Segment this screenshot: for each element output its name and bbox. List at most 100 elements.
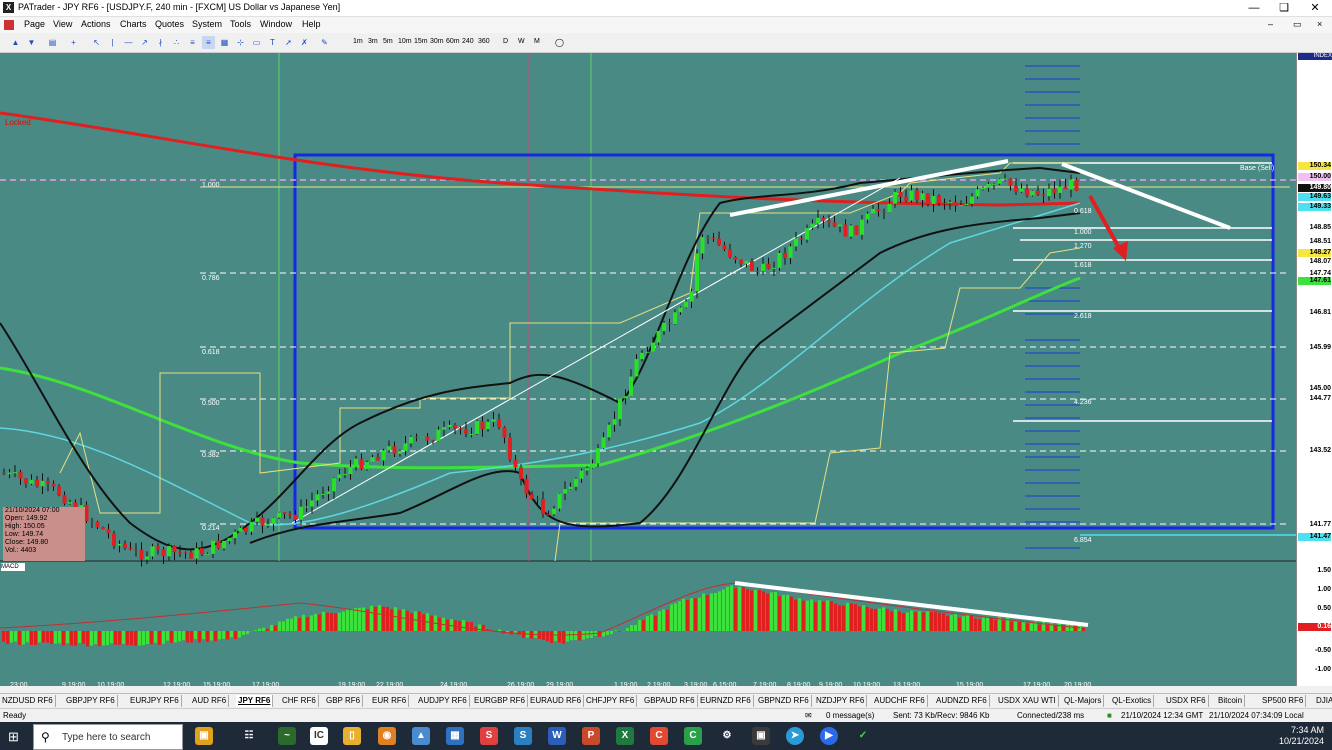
tf-monthly[interactable]: M — [534, 38, 540, 45]
tf-1m[interactable]: 1m — [353, 38, 363, 45]
mdi-close-button[interactable]: × — [1317, 19, 1322, 29]
menu-view[interactable]: View — [53, 19, 72, 29]
tab-audnzd-rf6[interactable]: AUDNZD RF6 — [934, 695, 990, 707]
trendline-icon[interactable]: ↗ — [138, 36, 151, 49]
file-explorer-icon[interactable]: ▯ — [343, 727, 361, 745]
tab-aud-rf6[interactable]: AUD RF6 — [190, 695, 230, 707]
macd-bar — [678, 601, 681, 631]
taskbar-clock[interactable]: 7:34 AM 10/21/2024 — [1279, 725, 1324, 747]
close-button[interactable]: ✕ — [1300, 0, 1330, 16]
menu-window[interactable]: Window — [260, 19, 292, 29]
menu-charts[interactable]: Charts — [120, 19, 147, 29]
horizontal-line-icon[interactable]: — — [122, 36, 135, 49]
tab-ql-majors[interactable]: QL-Majors — [1062, 695, 1105, 707]
taskbar-search[interactable]: ⚲ Type here to search — [33, 724, 183, 750]
tab-djia[interactable]: DJIA — [1314, 695, 1332, 707]
vertical-line-icon[interactable]: | — [106, 36, 119, 49]
menu-tools[interactable]: Tools — [230, 19, 251, 29]
app-icon-dark[interactable]: ▣ — [752, 727, 770, 745]
clock-icon[interactable]: ◯ — [553, 36, 566, 49]
tab-gbpjpy-rf6[interactable]: GBPJPY RF6 — [64, 695, 118, 707]
app-icon-s[interactable]: S — [514, 727, 532, 745]
macd-bar — [562, 631, 565, 644]
arrow-icon[interactable]: ➚ — [282, 36, 295, 49]
mdi-restore-button[interactable]: ▭ — [1293, 19, 1302, 30]
tab-euraud-rf6[interactable]: EURAUD RF6 — [528, 695, 585, 707]
app-icon-blue[interactable]: ▲ — [412, 727, 430, 745]
tf-60m[interactable]: 60m — [446, 38, 460, 45]
cursor-icon[interactable]: ↖ — [90, 36, 103, 49]
tab-audjpy-rf6[interactable]: AUDJPY RF6 — [416, 695, 470, 707]
briefcase-app-icon[interactable]: ▣ — [195, 727, 213, 745]
windows-start-icon[interactable]: ⊞ — [8, 729, 19, 745]
tab-eurgbp-rf6[interactable]: EURGBP RF6 — [472, 695, 528, 707]
tab-ql-exotics[interactable]: QL-Exotics — [1110, 695, 1155, 707]
tab-nzdusd-rf6[interactable]: NZDUSD RF6 — [0, 695, 56, 707]
menu-help[interactable]: Help — [302, 19, 321, 29]
gann-icon[interactable]: ▦ — [218, 36, 231, 49]
text-icon[interactable]: T — [266, 36, 279, 49]
menu-quotes[interactable]: Quotes — [155, 19, 184, 29]
tab-nzdjpy-rf6[interactable]: NZDJPY RF6 — [814, 695, 868, 707]
app-icon-green[interactable]: C — [684, 727, 702, 745]
tab-gbp-rf6[interactable]: GBP RF6 — [324, 695, 364, 707]
tf-30m[interactable]: 30m — [430, 38, 444, 45]
status-messages[interactable]: 0 message(s) — [826, 711, 874, 720]
sell-icon[interactable]: ▼ — [25, 36, 38, 49]
tab-eur-rf6[interactable]: EUR RF6 — [370, 695, 410, 707]
tf-3m[interactable]: 3m — [368, 38, 378, 45]
rectangle-icon[interactable]: ▭ — [250, 36, 263, 49]
tf-360[interactable]: 360 — [478, 38, 490, 45]
app-icon-c[interactable]: C — [650, 727, 668, 745]
fib-fan-icon[interactable]: ∴ — [170, 36, 183, 49]
zoom-icon[interactable]: ▶ — [820, 727, 838, 745]
tf-daily[interactable]: D — [503, 38, 508, 45]
powerpoint-icon[interactable]: P — [582, 727, 600, 745]
settings-gear-icon[interactable]: ⚙ — [718, 727, 736, 745]
chart-icon[interactable]: ▤ — [46, 36, 59, 49]
tab-gbpaud-rf6[interactable]: GBPAUD RF6 — [642, 695, 698, 707]
price-chart[interactable]: Locked 1.000 0.786 0.618 0.500 0.382 0.2… — [0, 53, 1296, 686]
tf-240[interactable]: 240 — [462, 38, 474, 45]
word-icon[interactable]: W — [548, 727, 566, 745]
tf-5m[interactable]: 5m — [383, 38, 393, 45]
tab-sp500-rf6[interactable]: SP500 RF6 — [1260, 695, 1307, 707]
tab-usdx-rf6[interactable]: USDX RF6 — [1164, 695, 1209, 707]
tab-bitcoin[interactable]: Bitcoin — [1216, 695, 1246, 707]
fib-extension-icon[interactable]: ≡ — [202, 36, 215, 49]
delete-drawing-icon[interactable]: ✗ — [298, 36, 311, 49]
menu-page[interactable]: Page — [24, 19, 45, 29]
minimize-button[interactable]: — — [1239, 0, 1269, 16]
telegram-icon[interactable]: ➤ — [786, 727, 804, 745]
tab-chfjpy-rf6[interactable]: CHFJPY RF6 — [584, 695, 638, 707]
tf-weekly[interactable]: W — [518, 38, 525, 45]
cycle-icon[interactable]: ⊹ — [234, 36, 247, 49]
excel-icon[interactable]: X — [616, 727, 634, 745]
tf-10m[interactable]: 10m — [398, 38, 412, 45]
tab-chf-rf6[interactable]: CHF RF6 — [280, 695, 319, 707]
mdi-minimize-button[interactable]: – — [1268, 19, 1273, 29]
fib-retracement-icon[interactable]: ≡ — [186, 36, 199, 49]
menu-actions[interactable]: Actions — [81, 19, 111, 29]
buy-icon[interactable]: ▲ — [9, 36, 22, 49]
maximize-button[interactable]: ❏ — [1269, 0, 1299, 16]
browser-icon[interactable]: ◉ — [378, 727, 396, 745]
tab-eurnzd-rf6[interactable]: EURNZD RF6 — [698, 695, 754, 707]
tab-gbpnzd-rf6[interactable]: GBPNZD RF6 — [756, 695, 812, 707]
app-icon-red[interactable]: S — [480, 727, 498, 745]
menu-system[interactable]: System — [192, 19, 222, 29]
task-view-icon[interactable]: ☷ — [240, 727, 258, 745]
patrader-icon[interactable]: IC — [310, 727, 328, 745]
tab-jpy-rf6[interactable]: JPY RF6 — [236, 695, 274, 707]
tab-eurjpy-rf6[interactable]: EURJPY RF6 — [128, 695, 182, 707]
app-icon-check[interactable]: ✓ — [854, 727, 872, 745]
tab-audchf-rf6[interactable]: AUDCHF RF6 — [872, 695, 928, 707]
tradingview-icon[interactable]: ~ — [278, 727, 296, 745]
pencil-icon[interactable]: ✎ — [318, 36, 331, 49]
candle-body — [1003, 178, 1007, 180]
channel-icon[interactable]: ∤ — [154, 36, 167, 49]
tf-15m[interactable]: 15m — [414, 38, 428, 45]
crosshair-icon[interactable]: + — [67, 36, 80, 49]
app-icon-doc[interactable]: ▦ — [446, 727, 464, 745]
tab-usdx-xau-wti[interactable]: USDX XAU WTI — [996, 695, 1059, 707]
